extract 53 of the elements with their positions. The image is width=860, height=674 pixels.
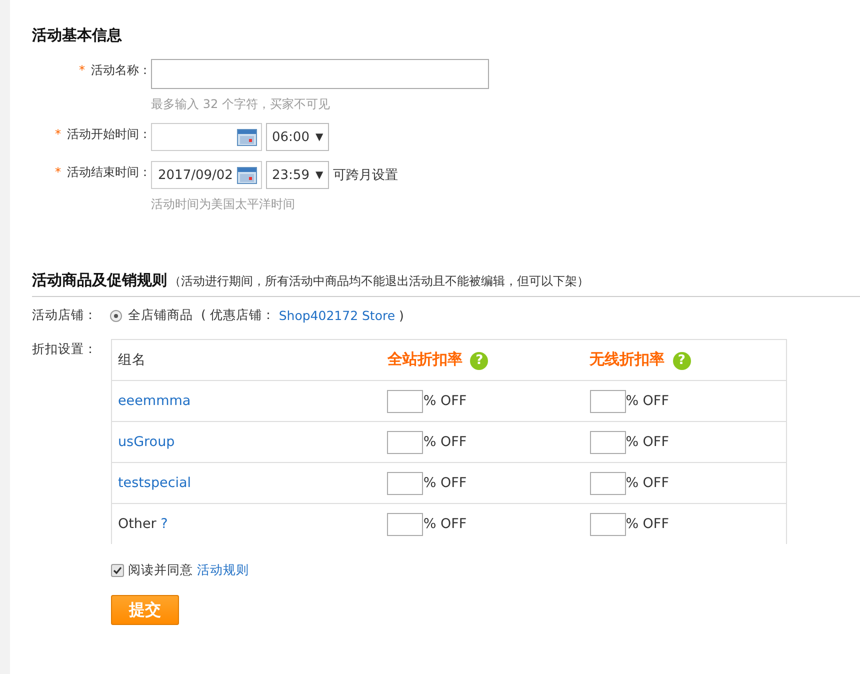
- group-link[interactable]: testspecial: [118, 475, 192, 491]
- discount-input-field[interactable]: [590, 472, 626, 494]
- section-title: 活动商品及促销规则: [32, 271, 167, 289]
- field-label: 活动名称：: [91, 63, 151, 77]
- unit-text: % OFF: [423, 516, 467, 532]
- time-select[interactable]: 06:00 ▼: [266, 123, 329, 151]
- discount-input-field[interactable]: [387, 430, 424, 454]
- discount-input-field[interactable]: [387, 472, 424, 494]
- discount-input-field[interactable]: [387, 512, 424, 536]
- discount-label: 折扣设置：: [32, 340, 98, 358]
- store-link[interactable]: Shop402172 Store: [278, 308, 396, 323]
- radio-label: 全店铺商品: [128, 307, 193, 324]
- column-header: 全站折扣率: [387, 350, 462, 368]
- field-label: 活动开始时间：: [67, 127, 151, 141]
- rules-link[interactable]: 活动规则: [197, 562, 249, 579]
- unit-text: % OFF: [626, 434, 669, 450]
- unit-text: % OFF: [626, 392, 669, 409]
- group-link[interactable]: usGroup: [118, 434, 175, 450]
- note-text: 可跨月设置: [333, 167, 398, 184]
- unit-text: % OFF: [626, 474, 669, 491]
- help-link[interactable]: ?: [160, 516, 168, 532]
- discount-input-field[interactable]: [590, 512, 626, 536]
- required-mark: *: [79, 63, 85, 77]
- section-subtitle: （活动进行期间，所有活动中商品均不能退出活动且不能被编辑，但可以下架）: [169, 274, 589, 288]
- discount-input-field[interactable]: [590, 390, 626, 412]
- group-name: Other: [118, 516, 156, 532]
- unit-text: % OFF: [423, 392, 467, 409]
- section-title: 活动基本信息: [32, 26, 123, 45]
- date-field[interactable]: [151, 123, 262, 151]
- field-label: 活动结束时间：: [67, 165, 151, 179]
- time-select[interactable]: 23:59 ▼: [266, 161, 329, 189]
- group-link[interactable]: eeemmma: [118, 393, 191, 409]
- agree-label: 阅读并同意: [128, 562, 193, 579]
- calendar-icon[interactable]: [237, 128, 257, 146]
- unit-text: % OFF: [423, 474, 467, 491]
- discount-input-field[interactable]: [590, 430, 626, 454]
- hint-text: 最多输入 32 个字符，买家不可见: [151, 96, 331, 113]
- discount-input-field[interactable]: [387, 390, 424, 412]
- agree-checkbox[interactable]: [111, 564, 124, 577]
- column-header: 无线折扣率: [590, 350, 665, 368]
- calendar-icon[interactable]: [237, 166, 257, 184]
- required-mark: *: [55, 127, 61, 141]
- name-input-field[interactable]: [151, 59, 489, 89]
- store-prefix: ( 优惠店铺：: [201, 307, 275, 324]
- store-suffix: ): [399, 308, 404, 323]
- radio-button[interactable]: [110, 310, 122, 322]
- hint-text: 活动时间为美国太平洋时间: [151, 196, 296, 213]
- date-field[interactable]: 2017/09/02: [151, 161, 262, 189]
- unit-text: % OFF: [423, 434, 467, 450]
- store-label: 活动店铺：: [32, 307, 98, 324]
- unit-text: % OFF: [626, 516, 669, 532]
- required-mark: *: [55, 165, 61, 179]
- column-header: 组名: [118, 352, 146, 368]
